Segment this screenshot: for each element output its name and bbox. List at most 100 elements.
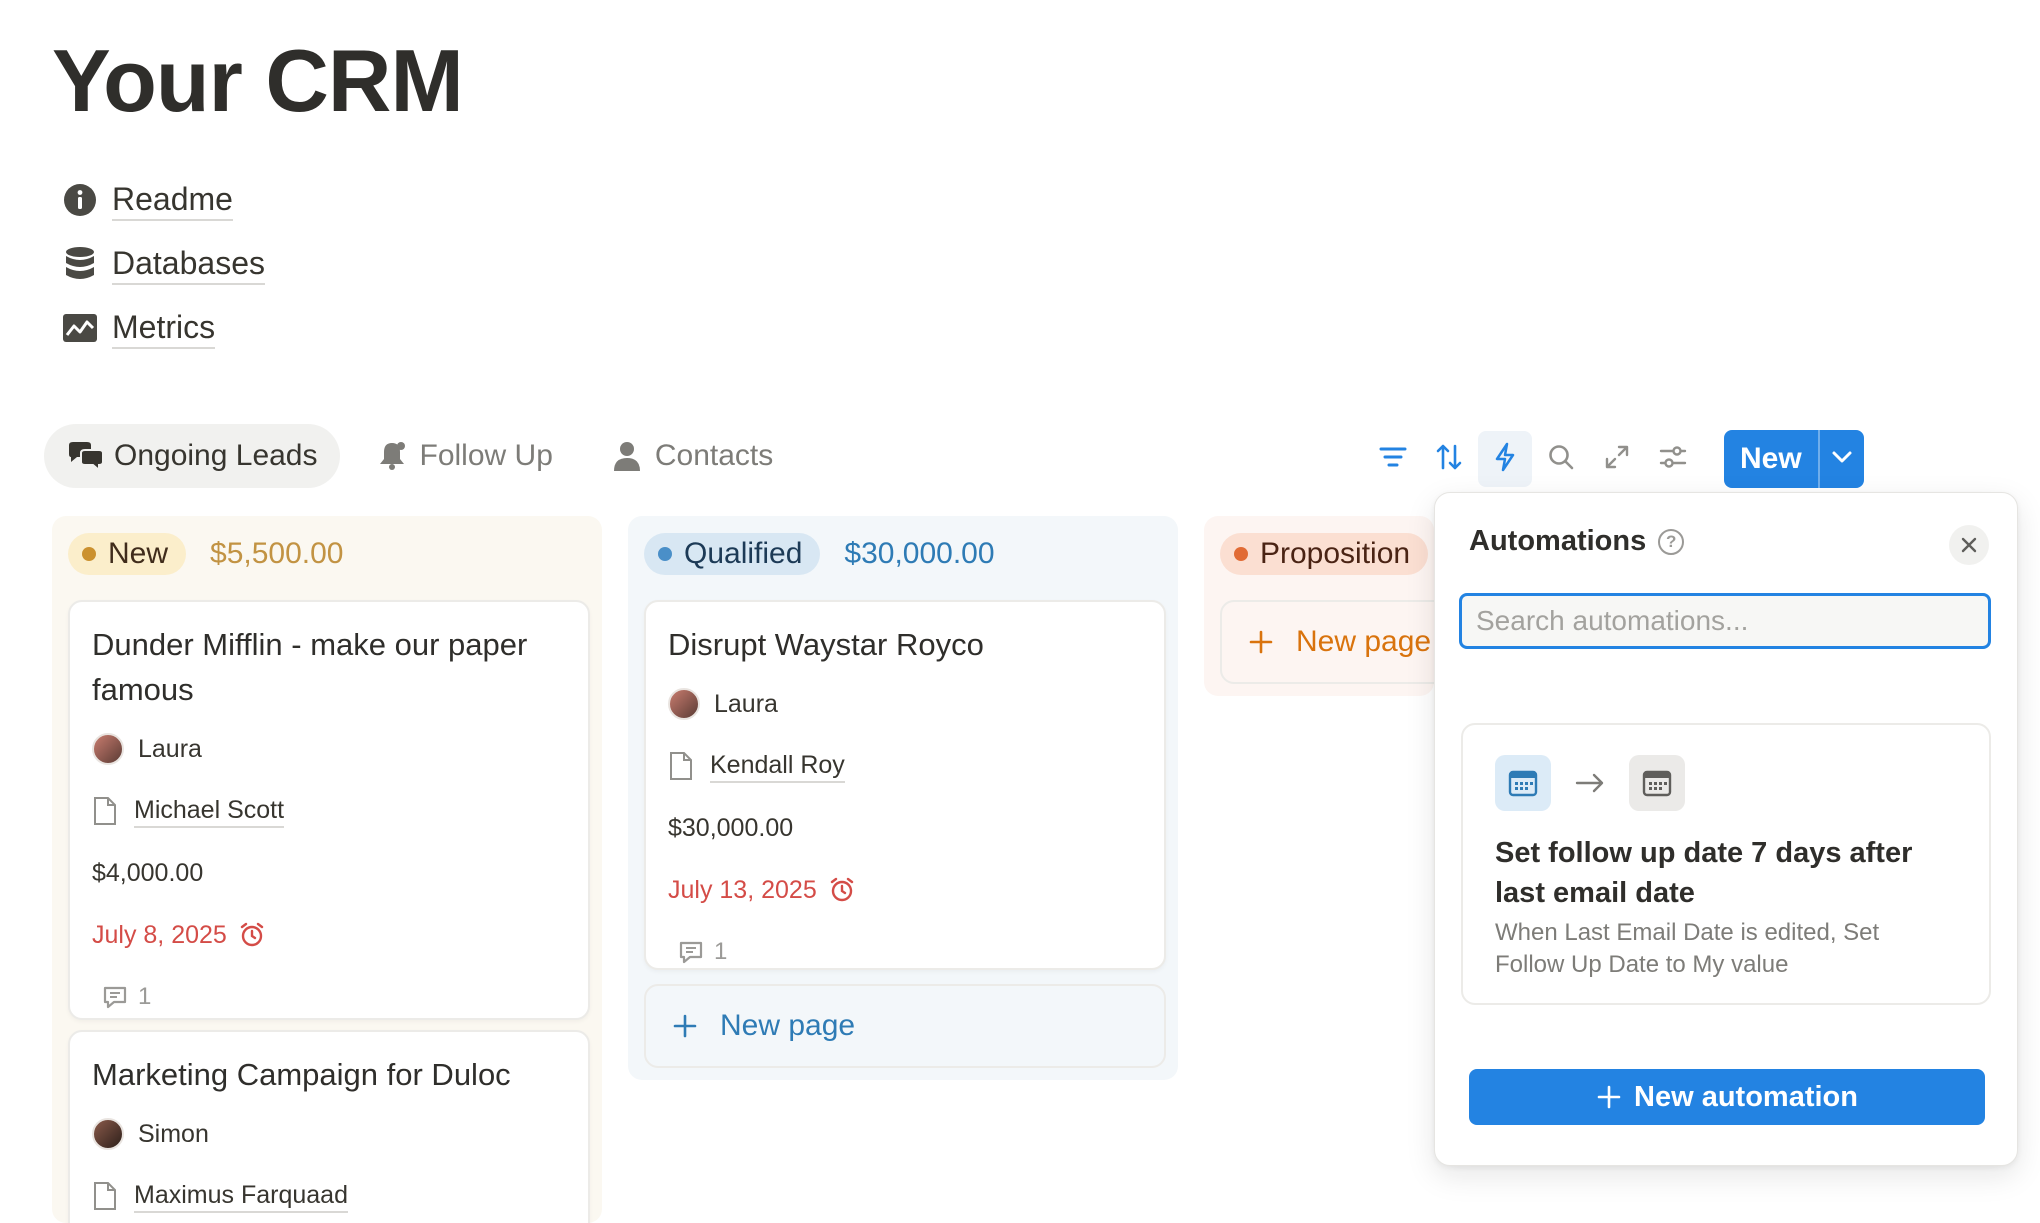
card-owner[interactable]: Simon <box>70 1103 588 1165</box>
new-dropdown-button[interactable] <box>1817 430 1864 488</box>
plus-icon <box>1249 630 1273 654</box>
help-icon[interactable]: ? <box>1658 528 1685 555</box>
card-contact[interactable]: Michael Scott <box>70 780 588 842</box>
chevron-down-icon <box>1831 450 1853 469</box>
popover-title-text: Automations <box>1469 525 1647 557</box>
comment-icon <box>103 986 127 1009</box>
board-column-proposition: Proposition New page <box>1204 516 1460 696</box>
column-header: New $5,500.00 <box>52 516 602 592</box>
avatar <box>668 688 700 720</box>
new-page-label: New page <box>720 1009 856 1042</box>
card-date: July 13, 2025 <box>646 859 1164 921</box>
card-owner[interactable]: Laura <box>70 718 588 780</box>
lead-card[interactable]: Marketing Campaign for Duloc Simon Maxim… <box>68 1030 590 1223</box>
status-label: Qualified <box>684 537 803 570</box>
contact-name: Maximus Farquaad <box>134 1179 348 1213</box>
database-icon <box>60 244 100 284</box>
avatar <box>92 733 124 765</box>
automation-icons <box>1495 755 1685 811</box>
close-icon <box>1961 537 1977 553</box>
new-automation-button[interactable]: New automation <box>1469 1069 1985 1125</box>
document-icon <box>94 1182 116 1210</box>
board-column-new: New $5,500.00 Dunder Mifflin - make our … <box>52 516 602 1223</box>
plus-icon <box>1596 1084 1622 1110</box>
automations-button[interactable] <box>1478 431 1532 487</box>
settings-button[interactable] <box>1646 431 1700 487</box>
card-comments[interactable]: 1 <box>70 966 588 1028</box>
view-tabs: Ongoing Leads Follow Up Contacts <box>44 424 805 488</box>
new-page-label: New page <box>1296 625 1432 658</box>
bell-icon <box>372 436 412 476</box>
tab-label: Follow Up <box>419 439 553 472</box>
settings-sliders-icon <box>1659 445 1687 474</box>
expand-icon <box>1604 444 1630 475</box>
sort-button[interactable] <box>1422 431 1476 487</box>
new-page-button[interactable]: New page <box>1220 600 1460 684</box>
link-databases[interactable]: Databases <box>60 232 265 296</box>
tab-contacts[interactable]: Contacts <box>585 424 795 488</box>
card-comments[interactable]: 1 <box>646 921 1164 983</box>
close-button[interactable] <box>1949 525 1989 565</box>
status-dot <box>82 547 96 561</box>
board-column-qualified: Qualified $30,000.00 Disrupt Waystar Roy… <box>628 516 1178 1080</box>
automations-popover: Automations ? Set follow up date 7 days … <box>1434 492 2018 1166</box>
page-title: Your CRM <box>52 31 464 130</box>
search-button[interactable] <box>1534 431 1588 487</box>
new-page-button[interactable]: New page <box>644 984 1166 1068</box>
tab-ongoing-leads[interactable]: Ongoing Leads <box>44 424 340 488</box>
link-label: Readme <box>112 179 233 221</box>
avatar <box>92 1118 124 1150</box>
card-amount: $4,000.00 <box>92 858 204 887</box>
comment-icon <box>679 941 703 964</box>
card-contact[interactable]: Kendall Roy <box>646 735 1164 797</box>
automation-item[interactable]: Set follow up date 7 days after last ema… <box>1461 723 1991 1005</box>
expand-button[interactable] <box>1590 431 1644 487</box>
link-metrics[interactable]: Metrics <box>60 296 265 360</box>
card-amount: $30,000.00 <box>668 813 794 842</box>
contact-name: Kendall Roy <box>710 749 845 783</box>
column-sum: $5,500.00 <box>210 537 344 570</box>
calendar-icon <box>1495 755 1551 811</box>
card-date: July 8, 2025 <box>70 904 588 966</box>
sort-icon <box>1435 443 1463 476</box>
status-dot <box>1234 547 1248 561</box>
status-badge[interactable]: Proposition <box>1220 533 1429 575</box>
alarm-icon <box>240 922 264 947</box>
link-readme[interactable]: Readme <box>60 168 265 232</box>
status-dot <box>658 547 672 561</box>
card-title: Marketing Campaign for Duloc <box>92 1057 511 1092</box>
page-links: Readme Databases Metrics <box>60 168 265 360</box>
owner-name: Laura <box>138 734 202 763</box>
date-text: July 8, 2025 <box>92 920 227 949</box>
column-sum: $30,000.00 <box>844 537 995 570</box>
view-toolbar: New <box>1366 430 1864 488</box>
owner-name: Simon <box>138 1119 209 1148</box>
lead-card[interactable]: Disrupt Waystar Royco Laura Kendall Roy … <box>644 600 1166 970</box>
tab-label: Contacts <box>654 439 774 472</box>
calendar-icon <box>1629 755 1685 811</box>
new-button[interactable]: New <box>1724 430 1818 488</box>
chart-icon <box>60 308 100 348</box>
tab-follow-up[interactable]: Follow Up <box>350 424 575 488</box>
status-badge[interactable]: New <box>68 533 187 575</box>
contact-name: Michael Scott <box>134 794 285 828</box>
status-badge[interactable]: Qualified <box>644 533 821 575</box>
card-title: Dunder Mifflin - make our paper famous <box>92 627 528 707</box>
search-automations-input[interactable] <box>1459 593 1991 649</box>
column-header: Proposition <box>1204 516 1434 592</box>
owner-name: Laura <box>714 689 778 718</box>
lead-card[interactable]: Dunder Mifflin - make our paper famous L… <box>68 600 590 1020</box>
new-button-group: New <box>1724 430 1864 488</box>
lightning-icon <box>1494 442 1516 477</box>
column-header: Qualified $30,000.00 <box>628 516 1178 592</box>
filter-button[interactable] <box>1366 431 1420 487</box>
card-owner[interactable]: Laura <box>646 673 1164 735</box>
plus-icon <box>673 1014 697 1038</box>
person-icon <box>607 436 647 476</box>
comment-count: 1 <box>714 938 728 965</box>
date-text: July 13, 2025 <box>668 875 817 904</box>
card-title: Disrupt Waystar Royco <box>668 627 984 662</box>
card-contact[interactable]: Maximus Farquaad <box>70 1165 588 1223</box>
status-label: Proposition <box>1260 537 1411 570</box>
popover-title: Automations ? <box>1469 525 1685 558</box>
